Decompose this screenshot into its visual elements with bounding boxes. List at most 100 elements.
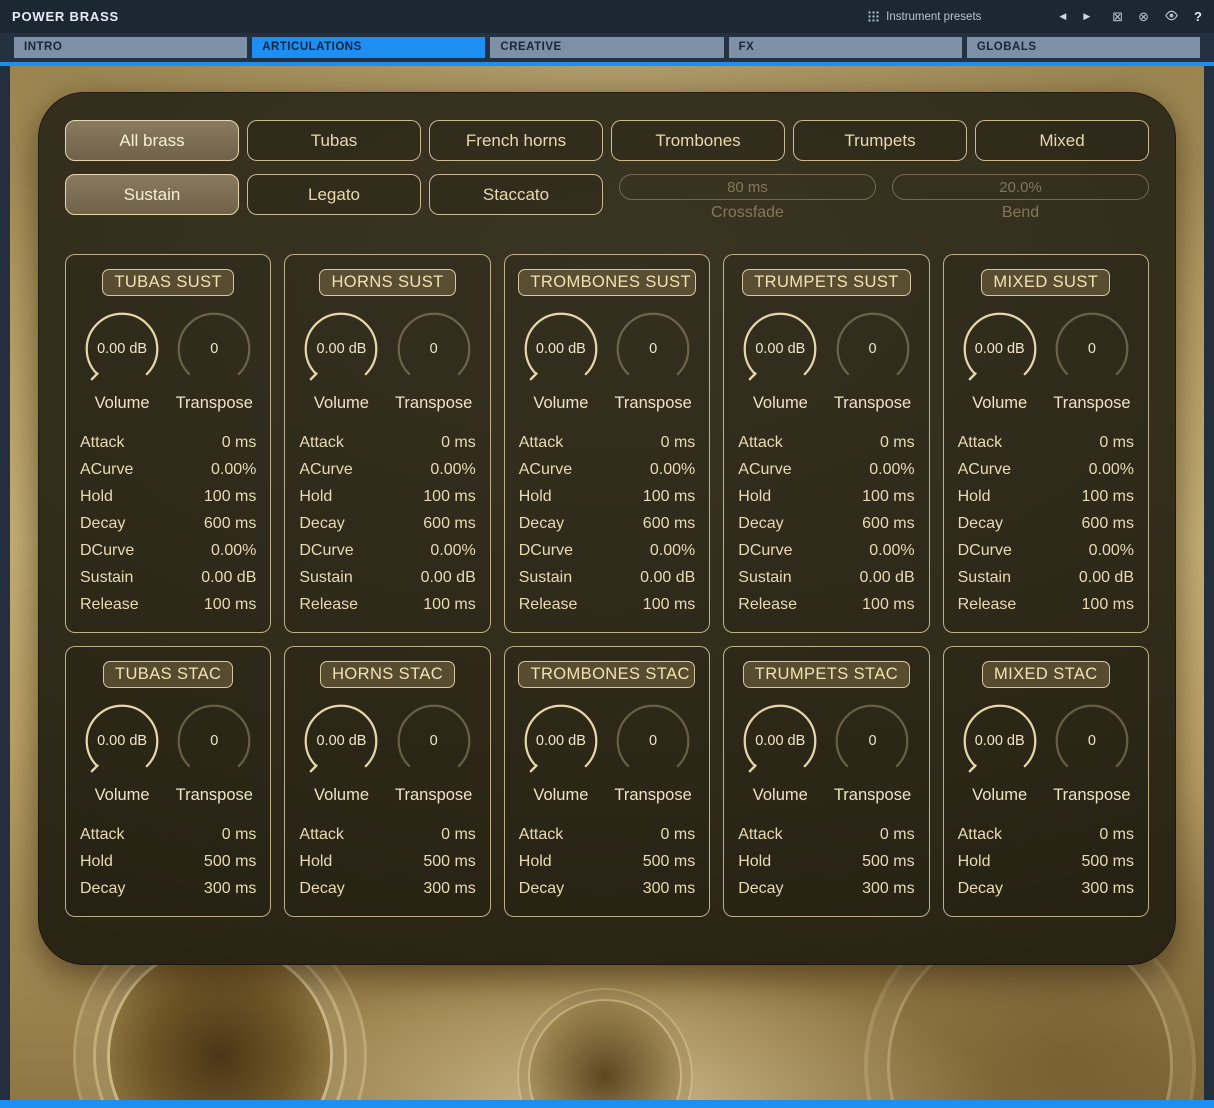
param-value[interactable]: 0.00%	[211, 461, 256, 479]
param-value[interactable]: 0 ms	[880, 826, 915, 844]
articulation-button-legato[interactable]: Legato	[247, 174, 421, 215]
tab-globals[interactable]: GLOBALS	[967, 37, 1200, 58]
param-value[interactable]: 100 ms	[1082, 488, 1134, 506]
param-value[interactable]: 0.00%	[1089, 542, 1134, 560]
param-value[interactable]: 0 ms	[661, 826, 696, 844]
knob-row: 0.00 dB 0	[76, 310, 260, 388]
param-value[interactable]: 500 ms	[862, 853, 914, 871]
help-icon[interactable]: ?	[1194, 10, 1202, 23]
group-button-trumpets[interactable]: Trumpets	[793, 120, 967, 161]
volume-knob[interactable]: 0.00 dB	[83, 310, 161, 388]
param-value[interactable]: 0.00%	[650, 542, 695, 560]
param-value[interactable]: 600 ms	[862, 515, 914, 533]
card-title: TUBAS SUST	[102, 269, 234, 296]
param-value[interactable]: 300 ms	[862, 880, 914, 898]
articulation-button-staccato[interactable]: Staccato	[429, 174, 603, 215]
param-value[interactable]: 500 ms	[423, 853, 475, 871]
param-value[interactable]: 100 ms	[862, 488, 914, 506]
param-value[interactable]: 300 ms	[643, 880, 695, 898]
param-value[interactable]: 0.00 dB	[640, 569, 695, 587]
group-button-mixed[interactable]: Mixed	[975, 120, 1149, 161]
tab-creative[interactable]: CREATIVE	[490, 37, 723, 58]
tab-fx[interactable]: FX	[729, 37, 962, 58]
param-value[interactable]: 100 ms	[643, 596, 695, 614]
param-value[interactable]: 600 ms	[204, 515, 256, 533]
param-value[interactable]: 100 ms	[423, 596, 475, 614]
param-value[interactable]: 0.00 dB	[201, 569, 256, 587]
group-button-french-horns[interactable]: French horns	[429, 120, 603, 161]
articulation-button-sustain[interactable]: Sustain	[65, 174, 239, 215]
volume-knob[interactable]: 0.00 dB	[741, 310, 819, 388]
eye-icon[interactable]	[1164, 8, 1179, 25]
param-value[interactable]: 0 ms	[441, 434, 476, 452]
param-value[interactable]: 0.00%	[211, 542, 256, 560]
param-name: Attack	[80, 434, 124, 452]
volume-knob[interactable]: 0.00 dB	[961, 310, 1039, 388]
transpose-knob[interactable]: 0	[395, 702, 473, 780]
snapshot-icon[interactable]: ⊠	[1112, 10, 1123, 23]
param-value[interactable]: 0.00%	[430, 542, 475, 560]
volume-knob[interactable]: 0.00 dB	[522, 310, 600, 388]
param-value[interactable]: 0.00%	[1089, 461, 1134, 479]
param-value[interactable]: 0.00%	[869, 542, 914, 560]
param-value[interactable]: 0 ms	[222, 826, 257, 844]
volume-knob[interactable]: 0.00 dB	[522, 702, 600, 780]
transpose-knob[interactable]: 0	[1053, 702, 1131, 780]
transpose-knob[interactable]: 0	[395, 310, 473, 388]
transpose-knob[interactable]: 0	[834, 310, 912, 388]
transpose-knob[interactable]: 0	[175, 702, 253, 780]
param-value[interactable]: 100 ms	[204, 488, 256, 506]
param-value[interactable]: 0 ms	[880, 434, 915, 452]
param-value[interactable]: 100 ms	[643, 488, 695, 506]
transpose-knob[interactable]: 0	[833, 702, 911, 780]
param-value[interactable]: 0 ms	[222, 434, 257, 452]
param-value[interactable]: 0.00 dB	[859, 569, 914, 587]
volume-knob[interactable]: 0.00 dB	[83, 702, 161, 780]
tab-articulations[interactable]: ARTICULATIONS	[252, 37, 485, 58]
param-value[interactable]: 0 ms	[1099, 826, 1134, 844]
param-value[interactable]: 500 ms	[643, 853, 695, 871]
param-value[interactable]: 100 ms	[423, 488, 475, 506]
volume-knob[interactable]: 0.00 dB	[961, 702, 1039, 780]
volume-knob[interactable]: 0.00 dB	[741, 702, 819, 780]
param-value[interactable]: 100 ms	[862, 596, 914, 614]
param-value[interactable]: 100 ms	[204, 596, 256, 614]
transpose-knob[interactable]: 0	[1053, 310, 1131, 388]
instrument-presets-button[interactable]: Instrument presets	[868, 11, 981, 23]
param-value[interactable]: 600 ms	[1082, 515, 1134, 533]
param-value[interactable]: 0 ms	[661, 434, 696, 452]
tab-intro[interactable]: INTRO	[14, 37, 247, 58]
param-value[interactable]: 0.00%	[869, 461, 914, 479]
param-value[interactable]: 0.00 dB	[421, 569, 476, 587]
param-value[interactable]: 500 ms	[204, 853, 256, 871]
transpose-knob[interactable]: 0	[175, 310, 253, 388]
param-value[interactable]: 600 ms	[643, 515, 695, 533]
slider-zone: 80 ms Crossfade 20.0% Bend	[619, 174, 1149, 222]
param-value[interactable]: 0.00%	[430, 461, 475, 479]
param-value[interactable]: 0 ms	[441, 826, 476, 844]
group-button-trombones[interactable]: Trombones	[611, 120, 785, 161]
prev-preset-arrow-icon[interactable]: ◀	[1059, 11, 1066, 22]
param-value[interactable]: 0.00%	[650, 461, 695, 479]
transpose-knob[interactable]: 0	[614, 310, 692, 388]
param-value[interactable]: 300 ms	[204, 880, 256, 898]
param-value[interactable]: 0.00 dB	[1079, 569, 1134, 587]
next-preset-arrow-icon[interactable]: ▶	[1083, 11, 1090, 22]
group-button-row: All brassTubasFrench hornsTrombonesTrump…	[65, 120, 1149, 161]
bottom-accent-bar	[0, 1100, 1214, 1108]
close-circle-icon[interactable]: ⊗	[1138, 10, 1149, 23]
param-value[interactable]: 100 ms	[1082, 596, 1134, 614]
param-value[interactable]: 0 ms	[1099, 434, 1134, 452]
param-value[interactable]: 300 ms	[1082, 880, 1134, 898]
volume-knob[interactable]: 0.00 dB	[302, 310, 380, 388]
volume-knob[interactable]: 0.00 dB	[302, 702, 380, 780]
group-button-tubas[interactable]: Tubas	[247, 120, 421, 161]
param-value[interactable]: 500 ms	[1082, 853, 1134, 871]
bend-slider[interactable]: 20.0%	[892, 174, 1149, 200]
crossfade-slider[interactable]: 80 ms	[619, 174, 876, 200]
param-value[interactable]: 600 ms	[423, 515, 475, 533]
eye-icon-shape	[1164, 8, 1179, 23]
transpose-knob[interactable]: 0	[614, 702, 692, 780]
param-value[interactable]: 300 ms	[423, 880, 475, 898]
group-button-all-brass[interactable]: All brass	[65, 120, 239, 161]
